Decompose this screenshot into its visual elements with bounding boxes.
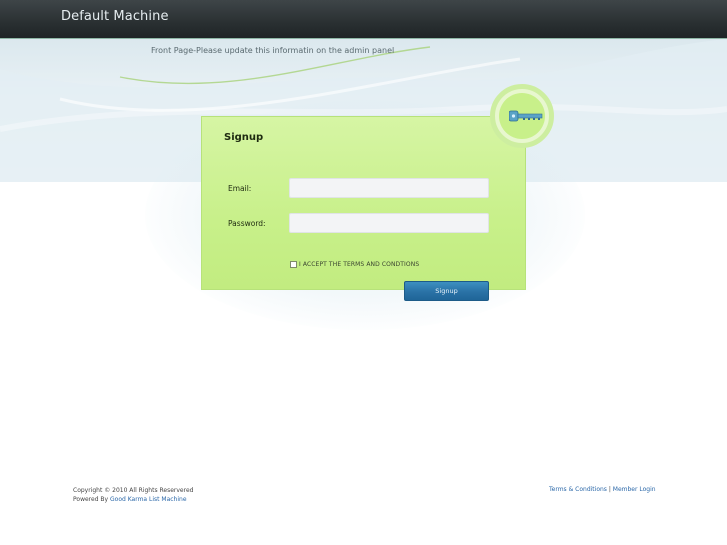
- key-badge-inner: [499, 93, 545, 139]
- password-label: Password:: [228, 219, 266, 228]
- key-icon: [509, 110, 543, 122]
- top-bar: Default Machine: [0, 0, 727, 39]
- email-label: Email:: [228, 184, 252, 193]
- terms-checkbox[interactable]: [290, 260, 297, 268]
- powered-by-link[interactable]: Good Karma List Machine: [110, 496, 187, 503]
- terms-label[interactable]: I ACCEPT THE TERMS AND CONDTIONS: [299, 261, 419, 268]
- password-field[interactable]: [289, 213, 489, 233]
- powered-by-line: Powered By Good Karma List Machine: [73, 495, 193, 504]
- key-badge: [490, 84, 554, 148]
- signup-title: Signup: [224, 132, 264, 143]
- signup-panel: Signup Email: Password: I ACCEPT THE TER…: [201, 116, 526, 290]
- terms-link[interactable]: Terms & Conditions: [549, 486, 607, 493]
- tagline: Front Page-Please update this informatin…: [151, 46, 395, 55]
- footer-links: Terms & Conditions | Member Login: [549, 486, 656, 493]
- terms-row: I ACCEPT THE TERMS AND CONDTIONS: [290, 259, 419, 269]
- member-login-link[interactable]: Member Login: [613, 486, 656, 493]
- signup-button[interactable]: Signup: [404, 281, 489, 301]
- site-title[interactable]: Default Machine: [61, 9, 169, 24]
- powered-by-prefix: Powered By: [73, 496, 110, 503]
- copyright-text: Copyright © 2010 All Rights Reservered: [73, 487, 194, 494]
- email-field[interactable]: [289, 178, 489, 198]
- footer-left: Copyright © 2010 All Rights Reservered P…: [73, 486, 193, 504]
